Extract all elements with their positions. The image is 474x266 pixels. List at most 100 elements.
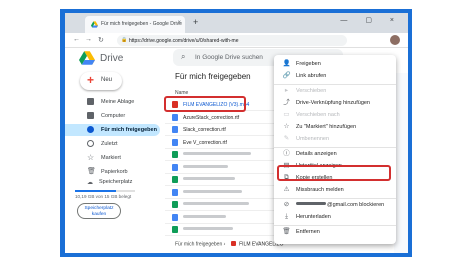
- screenshot-stage: Für mich freigegeben - Google Drive × + …: [0, 0, 474, 266]
- file-row[interactable]: [165, 224, 275, 236]
- menu-item-label: Umbenennen: [296, 136, 330, 142]
- file-row[interactable]: [165, 199, 275, 211]
- forward-icon[interactable]: →: [85, 36, 92, 43]
- menu-item-trash[interactable]: 🗑 Entfernen: [274, 227, 396, 238]
- menu-item-person-add[interactable]: 👤 Freigeben: [274, 59, 396, 70]
- drive-folder-icon: [87, 98, 94, 105]
- nav-label: Markiert: [101, 155, 121, 161]
- window-controls[interactable]: — ▢ ×: [340, 16, 402, 24]
- menu-item-star[interactable]: ☆ Zu "Markiert" hinzufügen: [274, 122, 396, 133]
- drive-favicon-icon: [91, 21, 98, 28]
- breadcrumb-parent[interactable]: Für mich freigegeben ›: [175, 242, 225, 248]
- menu-item-info[interactable]: ⓘ Details anzeigen: [274, 149, 396, 160]
- file-row[interactable]: [165, 212, 275, 224]
- file-type-icon: [172, 188, 178, 196]
- redacted-file-name: [183, 214, 226, 218]
- people-icon: [87, 126, 94, 133]
- search-placeholder: In Google Drive suchen: [195, 54, 263, 61]
- context-menu: 👤 Freigeben 🔗 Link abrufen ▸ Verschieben ⤴ Driv…: [274, 55, 396, 244]
- menu-item-label: Freigeben: [296, 61, 321, 67]
- url-text: https://drive.google.com/drive/u/0/share…: [129, 38, 239, 44]
- buy-storage-button[interactable]: Speicherplatz kaufen: [77, 203, 121, 219]
- search-icon: ⌕: [181, 52, 186, 61]
- download-icon: ⤓: [285, 213, 288, 220]
- nav-label: Für mich freigegeben: [101, 127, 157, 133]
- menu-separator: [274, 198, 396, 199]
- browser-address-bar: ← → ↻ 🔒 https://drive.google.com/drive/u…: [65, 33, 408, 48]
- storage-label: Speicherplatz: [99, 179, 133, 185]
- file-type-icon: [172, 213, 178, 221]
- details-side-panel: [394, 73, 408, 253]
- edit-icon: ✎: [283, 135, 290, 142]
- redacted-file-name: [183, 177, 235, 180]
- browser-tab[interactable]: Für mich freigegeben - Google Drive ×: [85, 16, 185, 33]
- file-row[interactable]: [165, 174, 275, 186]
- folder-move-icon: ▸: [284, 87, 289, 94]
- drive-logo-icon: [79, 51, 95, 65]
- info-icon: ⓘ: [283, 150, 290, 157]
- tab-close-icon[interactable]: ×: [177, 20, 181, 26]
- back-icon[interactable]: ←: [73, 36, 80, 43]
- reload-icon[interactable]: ↻: [98, 36, 104, 44]
- storage-usage-text: 10,19 GB von 15 GB belegt: [75, 194, 132, 199]
- nav-item-computer[interactable]: Computer: [65, 110, 160, 122]
- file-row[interactable]: Slack_correction.rtf: [165, 124, 275, 136]
- file-type-icon: [172, 138, 178, 146]
- nav-item-meine-ablage[interactable]: Meine Ablage: [65, 96, 160, 108]
- menu-item-folder: ▭ Verschieben nach: [274, 110, 396, 121]
- folder-icon: ▭: [283, 111, 290, 118]
- menu-item-shortcut[interactable]: ⤴ Drive-Verknüpfung hinzufügen: [274, 98, 396, 109]
- video-file-icon: [230, 241, 236, 246]
- new-button[interactable]: + Neu: [80, 72, 122, 90]
- drive-logo-text: Drive: [100, 53, 124, 64]
- file-row[interactable]: [165, 149, 275, 161]
- redacted-file-name: [183, 227, 233, 230]
- plus-icon: +: [87, 73, 95, 87]
- redacted-file-name: [183, 202, 249, 205]
- menu-item-label: Verschieben: [296, 88, 327, 94]
- lock-icon: 🔒: [121, 37, 128, 43]
- redacted-file-name: [183, 164, 228, 168]
- nav-item-trash[interactable]: 🗑 Papierkorb: [65, 166, 160, 178]
- new-tab-button[interactable]: +: [193, 17, 198, 27]
- menu-item-label: Zu "Markiert" hinzufügen: [296, 124, 357, 130]
- redacted-email: [296, 202, 326, 205]
- file-type-icon: [172, 201, 178, 208]
- file-type-icon: [172, 151, 178, 158]
- url-field[interactable]: 🔒 https://drive.google.com/drive/u/0/sha…: [117, 35, 347, 46]
- star-icon: ☆: [87, 153, 95, 162]
- file-row[interactable]: AzureStack_correction.rtf: [165, 112, 275, 124]
- menu-item-label: Missbrauch melden: [296, 187, 344, 193]
- page-title: Für mich freigegeben: [175, 72, 251, 81]
- nav-item-shared-with-me[interactable]: Für mich freigegeben: [65, 124, 160, 136]
- person-add-icon: 👤: [282, 60, 291, 67]
- storage-bar-fill: [75, 190, 116, 192]
- shortcut-icon: ⤴: [283, 99, 290, 106]
- redacted-file-name: [183, 189, 242, 193]
- menu-separator: [274, 147, 396, 148]
- block-item-highlight-box: [277, 165, 391, 181]
- menu-item-link[interactable]: 🔗 Link abrufen: [274, 71, 396, 82]
- menu-separator: [274, 225, 396, 226]
- browser-tab-bar: Für mich freigegeben - Google Drive × + …: [65, 13, 408, 33]
- menu-item-report[interactable]: ⚠ Missbrauch melden: [274, 185, 396, 196]
- clock-icon: [87, 140, 94, 147]
- menu-item-block[interactable]: ⊘ @gmail.com blockieren: [274, 200, 396, 211]
- profile-avatar[interactable]: [390, 35, 400, 45]
- star-icon: ☆: [283, 123, 290, 130]
- menu-item-label: @gmail.com blockieren: [327, 202, 385, 208]
- nav-label: Computer: [101, 113, 126, 119]
- file-name: Eve V_correction.rtf: [183, 139, 227, 146]
- menu-item-label: Herunterladen: [296, 214, 331, 220]
- nav-item-recent[interactable]: Zuletzt: [65, 138, 160, 150]
- file-row[interactable]: [165, 162, 275, 174]
- file-row[interactable]: [165, 187, 275, 199]
- menu-item-download[interactable]: ⤓ Herunterladen: [274, 212, 396, 223]
- nav-item-starred[interactable]: ☆ Markiert: [65, 152, 160, 164]
- storage-bar: [75, 190, 135, 192]
- file-type-icon: [172, 226, 178, 233]
- file-type-icon: [172, 176, 178, 183]
- new-button-label: Neu: [101, 77, 113, 83]
- file-row[interactable]: Eve V_correction.rtf: [165, 137, 275, 149]
- menu-item-edit: ✎ Umbenennen: [274, 134, 396, 145]
